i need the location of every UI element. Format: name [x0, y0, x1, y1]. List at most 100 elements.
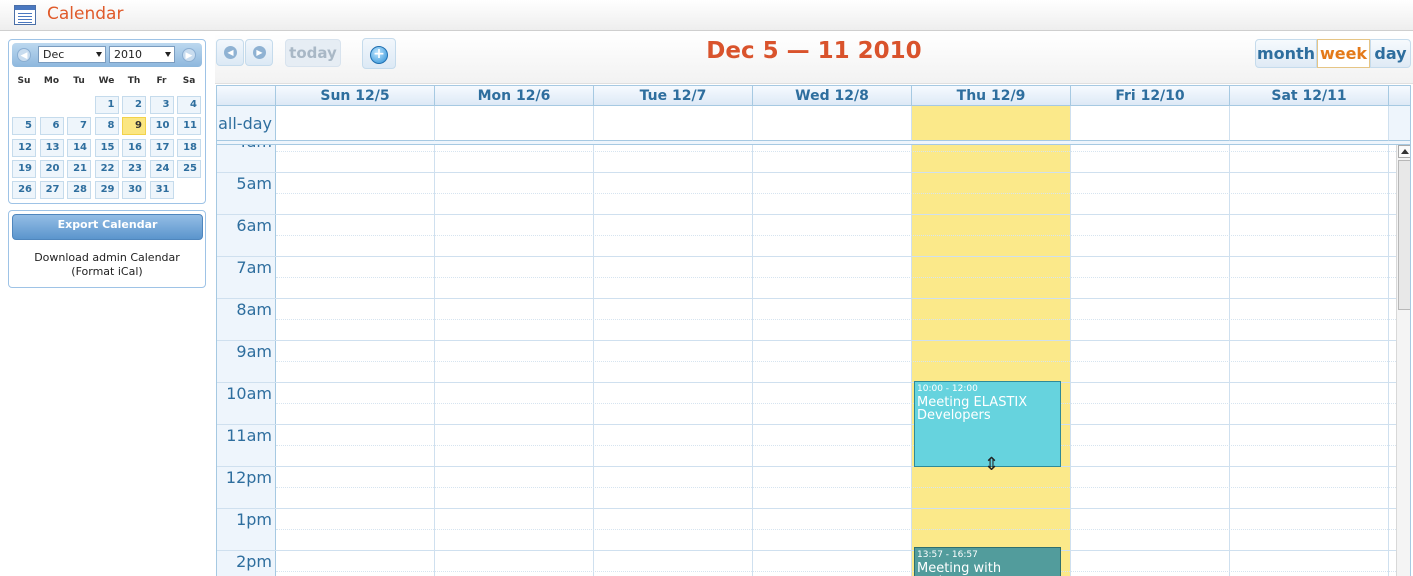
header-filler — [1389, 86, 1410, 106]
mini-calendar-day[interactable]: 10 — [149, 117, 174, 136]
month-select[interactable]: Dec — [38, 46, 106, 63]
hour-row: 12pm — [217, 466, 1396, 509]
weekday-header: Tu — [73, 76, 85, 86]
half-hour-line — [276, 277, 1396, 278]
mini-calendar-day[interactable]: 25 — [177, 159, 201, 178]
dropdown-arrow-icon — [96, 52, 102, 57]
year-select[interactable]: 2010 — [109, 46, 175, 63]
mini-calendar-day[interactable]: 20 — [39, 159, 64, 178]
mini-calendar-day[interactable]: 2 — [122, 96, 146, 114]
scroll-up-icon[interactable] — [1398, 145, 1410, 158]
export-calendar-button[interactable]: Export Calendar — [12, 214, 203, 240]
view-month-button[interactable]: month — [1255, 39, 1317, 68]
mini-calendar-day[interactable]: 8 — [94, 117, 119, 136]
add-event-icon: + — [370, 46, 388, 64]
today-button[interactable]: today — [285, 39, 341, 67]
half-hour-line — [276, 319, 1396, 320]
hour-label: 12pm — [217, 467, 276, 509]
hour-label: 11am — [217, 425, 276, 467]
half-hour-line — [276, 445, 1396, 446]
corner-header — [217, 86, 276, 106]
mini-calendar-day[interactable]: 5 — [12, 117, 36, 136]
mini-calendar-day[interactable]: 6 — [39, 117, 64, 136]
weekday-header: Th — [127, 76, 141, 86]
mini-calendar-day[interactable]: 31 — [149, 181, 174, 200]
mini-calendar-day[interactable]: 26 — [12, 181, 36, 200]
all-day-cell[interactable] — [276, 106, 435, 141]
next-week-button[interactable]: ▶ — [245, 39, 273, 66]
hour-row: 8am — [217, 298, 1396, 341]
mini-calendar-day[interactable]: 29 — [94, 181, 119, 200]
day-column-header: Sat 12/11 — [1230, 86, 1389, 106]
mini-calendar-day[interactable]: 14 — [67, 138, 91, 157]
all-day-cell[interactable] — [753, 106, 912, 141]
mini-calendar-day[interactable]: 17 — [149, 138, 174, 157]
all-day-cell[interactable] — [594, 106, 753, 141]
half-hour-line — [276, 571, 1396, 572]
hour-label: 7am — [217, 257, 276, 299]
view-week-button[interactable]: week — [1317, 39, 1370, 68]
mini-calendar-day[interactable]: 12 — [12, 138, 36, 157]
all-day-label: all-day — [217, 106, 276, 141]
all-day-cell[interactable] — [912, 106, 1071, 141]
mini-calendar-day[interactable]: 30 — [122, 181, 146, 200]
hour-label: 1pm — [217, 509, 276, 551]
mini-calendar-day[interactable]: 23 — [122, 159, 146, 178]
scroll-thumb[interactable] — [1398, 160, 1410, 310]
day-column-header: Fri 12/10 — [1071, 86, 1230, 106]
hour-row: 4am — [217, 145, 1396, 173]
hour-row: 5am — [217, 172, 1396, 215]
weekday-header: We — [98, 76, 115, 86]
mini-calendar-day[interactable]: 24 — [149, 159, 174, 178]
half-hour-line — [276, 361, 1396, 362]
all-day-cell[interactable] — [435, 106, 594, 141]
all-day-filler — [1389, 106, 1410, 141]
day-column-header: Mon 12/6 — [435, 86, 594, 106]
half-hour-line — [276, 151, 1396, 152]
month-select-value: Dec — [43, 48, 65, 61]
download-line-2: (Format iCal) — [71, 265, 143, 278]
mini-calendar-day[interactable]: 22 — [94, 159, 119, 178]
mini-calendar-day[interactable]: 9 — [122, 117, 146, 136]
time-grid[interactable]: 4am5am6am7am8am9am10am11am12pm1pm2pm 10:… — [217, 145, 1396, 576]
export-panel: Export Calendar Download admin Calendar … — [8, 210, 206, 288]
hour-label: 5am — [217, 173, 276, 215]
hour-row: 7am — [217, 256, 1396, 299]
all-day-cell[interactable] — [1230, 106, 1389, 141]
weekday-header: Mo — [43, 76, 60, 86]
day-column-header: Tue 12/7 — [594, 86, 753, 106]
mini-calendar-next-icon[interactable]: ▶ — [182, 48, 196, 62]
mini-calendar-day[interactable]: 21 — [67, 159, 91, 178]
hour-label: 9am — [217, 341, 276, 383]
mini-calendar-day[interactable]: 19 — [12, 159, 36, 178]
resize-cursor-icon: ⇕ — [984, 454, 1000, 475]
event-meeting-partners[interactable]: 13:57 - 16:57 Meeting with partners — [914, 547, 1061, 576]
mini-calendar-day[interactable]: 3 — [149, 96, 174, 114]
mini-calendar-day[interactable]: 4 — [177, 96, 201, 114]
mini-calendar-day[interactable]: 1 — [94, 96, 119, 114]
hour-label: 8am — [217, 299, 276, 341]
view-day-button[interactable]: day — [1370, 39, 1411, 68]
hour-label: 2pm — [217, 551, 276, 576]
mini-calendar-day[interactable]: 11 — [177, 117, 201, 136]
hour-row: 2pm — [217, 550, 1396, 576]
hour-row: 9am — [217, 340, 1396, 383]
calendar-list-icon — [14, 5, 36, 25]
mini-calendar-day[interactable]: 27 — [39, 181, 64, 200]
circle-arrow-right-icon: ▶ — [253, 46, 266, 59]
dropdown-arrow-icon — [165, 52, 171, 57]
download-ical-link[interactable]: Download admin Calendar (Format iCal) — [9, 251, 205, 279]
prev-week-button[interactable]: ◀ — [216, 39, 244, 66]
mini-calendar-day[interactable]: 7 — [67, 117, 91, 136]
mini-calendar-day[interactable]: 16 — [122, 138, 146, 157]
mini-calendar-day[interactable]: 18 — [177, 138, 201, 157]
weekday-header: Sa — [182, 76, 196, 86]
mini-calendar-day[interactable]: 28 — [67, 181, 91, 200]
mini-calendar-prev-icon[interactable]: ◀ — [17, 48, 31, 62]
vertical-scrollbar[interactable] — [1396, 145, 1410, 576]
all-day-cell[interactable] — [1071, 106, 1230, 141]
add-event-button[interactable]: + — [362, 38, 396, 69]
mini-calendar-day[interactable]: 13 — [39, 138, 64, 157]
half-hour-line — [276, 193, 1396, 194]
mini-calendar-day[interactable]: 15 — [94, 138, 119, 157]
